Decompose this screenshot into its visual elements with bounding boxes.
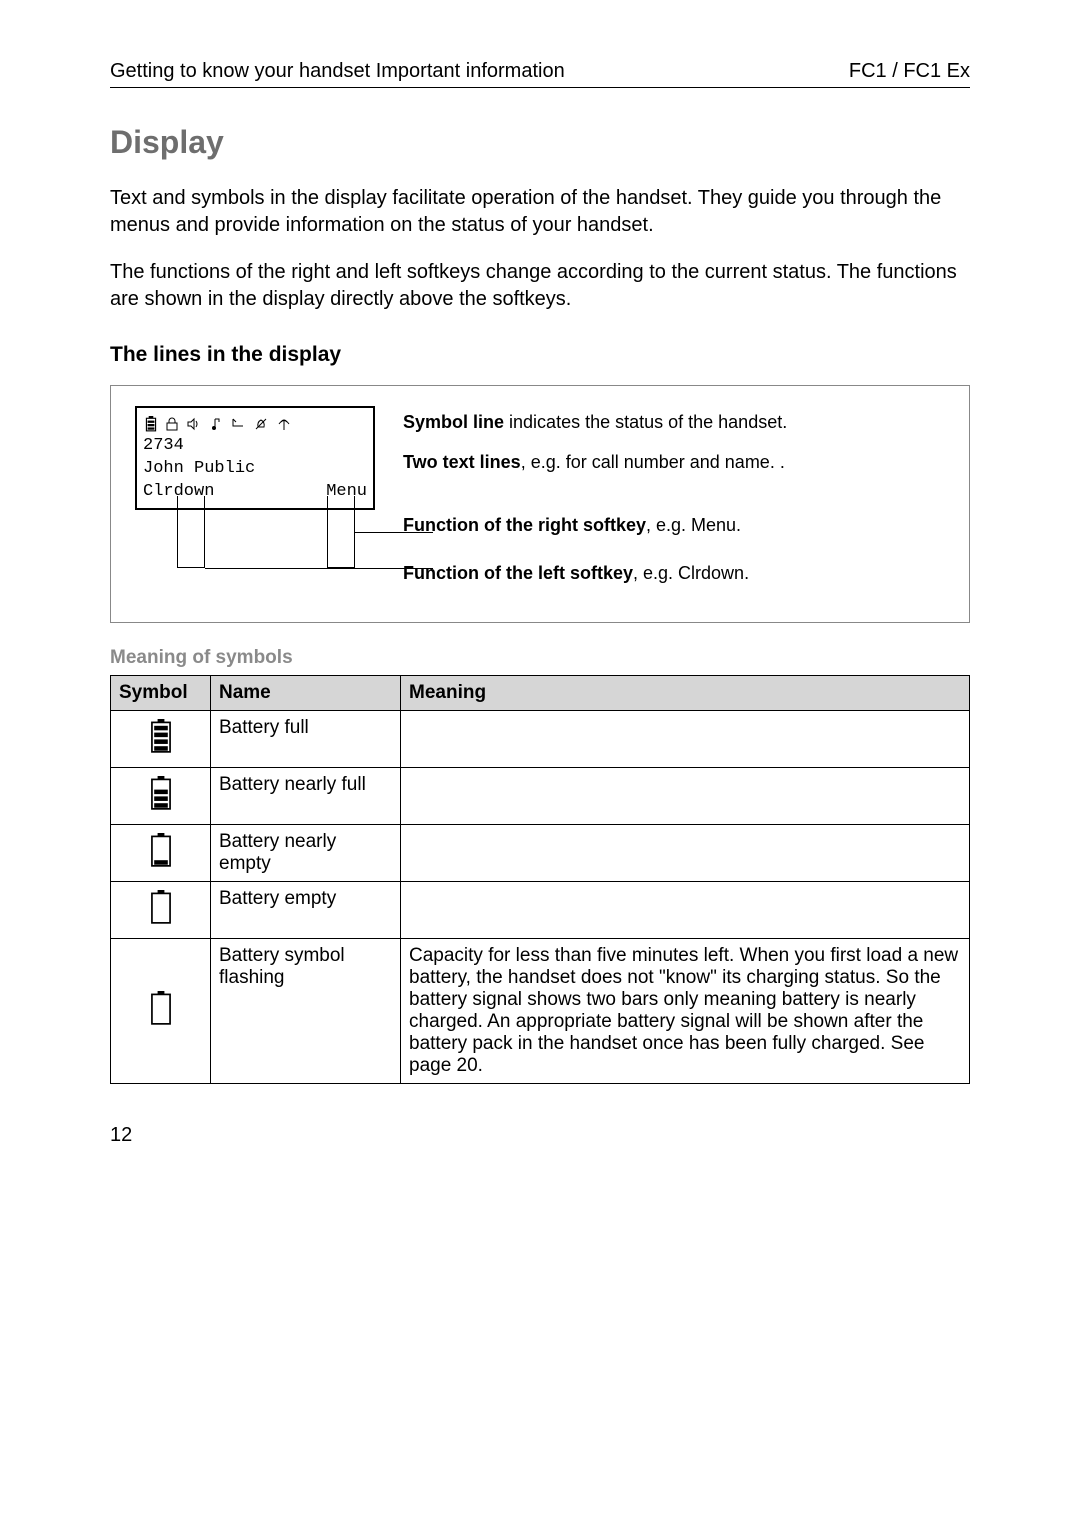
lcd-symbol-line (143, 412, 367, 435)
annotation-right-softkey: Function of the right softkey, e.g. Menu… (403, 513, 945, 538)
table-row: Battery symbol flashing Capacity for les… (111, 938, 970, 1083)
annotation-left-softkey: Function of the left softkey, e.g. Clrdo… (403, 561, 945, 586)
symbols-table: Symbol Name Meaning Battery full (110, 675, 970, 1084)
meaning-of-symbols-heading: Meaning of symbols (110, 647, 970, 669)
page: Getting to know your handset Important i… (0, 0, 1080, 1187)
annotation-two-text-lines: Two text lines, e.g. for call number and… (403, 450, 945, 475)
meaning-cell (401, 881, 970, 938)
battery-nearly-full-icon (149, 776, 173, 810)
bell-off-icon (254, 417, 268, 431)
table-row: Battery nearly empty (111, 824, 970, 881)
lock-icon (166, 417, 178, 431)
name-cell: Battery empty (211, 881, 401, 938)
battery-flashing-icon (149, 991, 173, 1025)
symbol-cell (111, 824, 211, 881)
col-symbol: Symbol (111, 675, 211, 710)
page-header: Getting to know your handset Important i… (110, 60, 970, 88)
page-number: 12 (110, 1124, 970, 1147)
header-right: FC1 / FC1 Ex (849, 60, 970, 83)
music-note-icon (210, 417, 222, 431)
speaker-icon (187, 417, 201, 431)
table-row: Battery full (111, 710, 970, 767)
meaning-cell (401, 824, 970, 881)
name-cell: Battery nearly full (211, 767, 401, 824)
battery-status-icon (145, 416, 157, 432)
lcd-text-line2: John Public (143, 458, 367, 481)
lcd-right-softkey: Menu (326, 481, 367, 504)
annotation-symbol-line: Symbol line indicates the status of the … (403, 410, 945, 435)
col-name: Name (211, 675, 401, 710)
meaning-cell: Capacity for less than five minutes left… (401, 938, 970, 1083)
battery-full-icon (149, 719, 173, 753)
lcd-left-softkey: Clrdown (143, 481, 214, 504)
name-cell: Battery nearly empty (211, 824, 401, 881)
symbol-cell (111, 938, 211, 1083)
symbol-cell (111, 710, 211, 767)
symbol-cell (111, 767, 211, 824)
lcd-text-line1: 2734 (143, 435, 367, 458)
table-header-row: Symbol Name Meaning (111, 675, 970, 710)
signal-icon (277, 417, 291, 431)
display-diagram: 2734 John Public Clrdown Menu Symbol lin… (110, 385, 970, 623)
meaning-cell (401, 767, 970, 824)
page-title: Display (110, 124, 970, 161)
intro-paragraph-1: Text and symbols in the display facilita… (110, 185, 970, 239)
table-row: Battery nearly full (111, 767, 970, 824)
symbol-cell (111, 881, 211, 938)
header-left: Getting to know your handset Important i… (110, 60, 565, 83)
table-row: Battery empty (111, 881, 970, 938)
battery-nearly-empty-icon (149, 833, 173, 867)
diagram-annotations: Symbol line indicates the status of the … (403, 406, 945, 586)
name-cell: Battery symbol flashing (211, 938, 401, 1083)
col-meaning: Meaning (401, 675, 970, 710)
intro-paragraph-2: The functions of the right and left soft… (110, 259, 970, 313)
name-cell: Battery full (211, 710, 401, 767)
antenna-down-icon (231, 417, 245, 431)
lcd-screen: 2734 John Public Clrdown Menu (135, 406, 375, 510)
lines-heading: The lines in the display (110, 343, 970, 367)
lcd-softkey-row: Clrdown Menu (143, 481, 367, 504)
meaning-cell (401, 710, 970, 767)
battery-empty-icon (149, 890, 173, 924)
